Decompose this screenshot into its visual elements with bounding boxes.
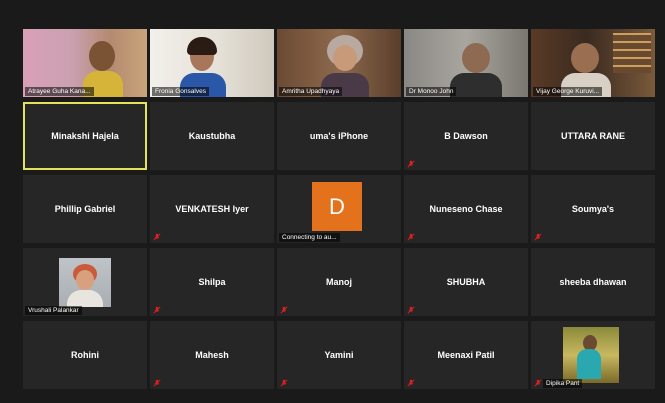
participant-name: Mahesh xyxy=(195,350,229,360)
participant-tile[interactable]: D Connecting to au... xyxy=(277,175,401,243)
participant-name: Nuneseno Chase xyxy=(429,204,503,214)
participant-tile-video[interactable]: Amritha Upadhyaya xyxy=(277,29,401,97)
muted-microphone-icon xyxy=(407,379,415,387)
participant-name: Meenaxi Patil xyxy=(437,350,495,360)
participant-tile-video[interactable]: Dr Monoo John xyxy=(404,29,528,97)
participant-name: Soumya's xyxy=(571,204,615,214)
participant-name: UTTARA RANE xyxy=(561,131,625,141)
participant-tile[interactable]: Manoj xyxy=(277,248,401,316)
participant-name: SHUBHA xyxy=(446,277,486,287)
participant-tile[interactable]: Kaustubha xyxy=(150,102,274,170)
muted-microphone-icon xyxy=(407,306,415,314)
participant-name: Kaustubha xyxy=(188,131,236,141)
participant-name: Yamini xyxy=(324,350,354,360)
participant-tile-active-speaker[interactable]: Minakshi Hajela xyxy=(23,102,147,170)
participant-tile-video[interactable]: Vijay George Kuruvi... xyxy=(531,29,655,97)
muted-microphone-icon xyxy=(534,233,542,241)
muted-microphone-icon xyxy=(534,379,542,387)
participant-name: Minakshi Hajela xyxy=(51,131,119,141)
participant-tile[interactable]: sheeba dhawan xyxy=(531,248,655,316)
participant-name: Manoj xyxy=(326,277,352,287)
participant-tile[interactable]: uma's iPhone xyxy=(277,102,401,170)
participant-tile[interactable]: Dipika Pant xyxy=(531,321,655,389)
participant-tile[interactable]: Phillip Gabriel xyxy=(23,175,147,243)
participant-face xyxy=(89,41,115,71)
participant-name: uma's iPhone xyxy=(309,131,369,141)
muted-microphone-icon xyxy=(153,306,161,314)
profile-picture xyxy=(563,327,619,383)
participant-tile[interactable]: Meenaxi Patil xyxy=(404,321,528,389)
participant-name: sheeba dhawan xyxy=(559,277,627,287)
bookshelf xyxy=(613,33,651,73)
participant-face xyxy=(462,43,490,73)
participant-body xyxy=(450,73,502,97)
participant-name: Connecting to au... xyxy=(279,233,340,242)
muted-microphone-icon xyxy=(280,379,288,387)
participant-tile[interactable]: Nuneseno Chase xyxy=(404,175,528,243)
participant-name: Fronia Gonsalves xyxy=(152,87,209,96)
avatar: D xyxy=(312,182,362,231)
participant-tile-video[interactable]: Atrayee Guha Kana... xyxy=(23,29,147,97)
participant-tile[interactable]: Mahesh xyxy=(150,321,274,389)
participant-tile[interactable]: Yamini xyxy=(277,321,401,389)
participant-name: Phillip Gabriel xyxy=(54,204,116,214)
participant-tile-video[interactable]: Fronia Gonsalves xyxy=(150,29,274,97)
profile-picture xyxy=(59,258,111,307)
participant-face xyxy=(571,43,599,73)
participant-tile[interactable]: B Dawson xyxy=(404,102,528,170)
muted-microphone-icon xyxy=(407,233,415,241)
participant-name: B Dawson xyxy=(444,131,488,141)
muted-microphone-icon xyxy=(280,306,288,314)
participant-name: Vrushali Palankar xyxy=(25,306,82,315)
participant-tile[interactable]: Soumya's xyxy=(531,175,655,243)
muted-microphone-icon xyxy=(153,233,161,241)
participant-name: Amritha Upadhyaya xyxy=(279,87,343,96)
participant-name: VENKATESH Iyer xyxy=(175,204,249,214)
muted-microphone-icon xyxy=(153,379,161,387)
participant-face xyxy=(333,45,357,71)
participant-tile[interactable]: Rohini xyxy=(23,321,147,389)
participant-tile[interactable]: Vrushali Palankar xyxy=(23,248,147,316)
muted-microphone-icon xyxy=(407,160,415,168)
participant-name: Dr Monoo John xyxy=(406,87,457,96)
participant-tile[interactable]: UTTARA RANE xyxy=(531,102,655,170)
participant-tile[interactable]: Shilpa xyxy=(150,248,274,316)
participant-name: Shilpa xyxy=(198,277,226,287)
participant-name: Vijay George Kuruvi... xyxy=(533,87,603,96)
participant-tile[interactable]: SHUBHA xyxy=(404,248,528,316)
participant-name: Dipika Pant xyxy=(543,379,583,388)
participant-name: Rohini xyxy=(71,350,99,360)
participant-name: Atrayee Guha Kana... xyxy=(25,87,94,96)
participant-gallery: Atrayee Guha Kana... Fronia Gonsalves Am… xyxy=(23,29,655,394)
participant-tile[interactable]: VENKATESH Iyer xyxy=(150,175,274,243)
